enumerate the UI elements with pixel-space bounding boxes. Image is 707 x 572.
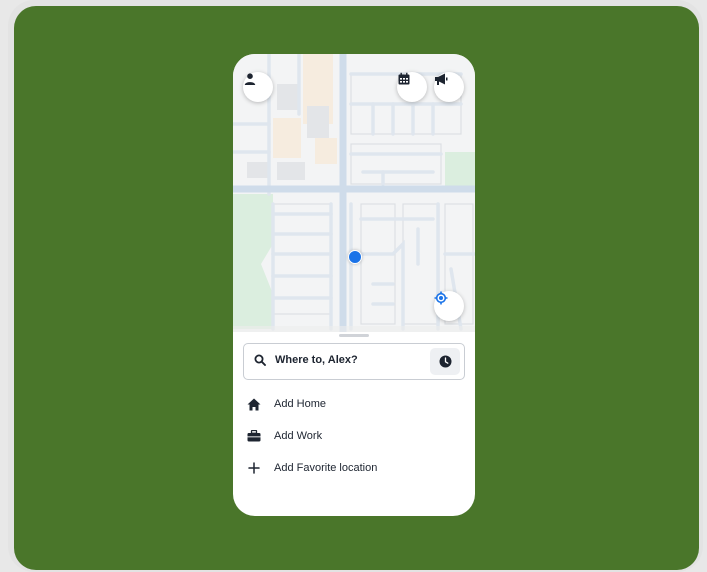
add-favorite-item[interactable]: Add Favorite location [245,458,465,478]
home-icon [247,398,261,410]
add-work-label: Add Work [274,430,323,442]
calendar-icon [398,72,410,85]
plus-icon [248,462,260,474]
megaphone-icon [435,73,448,85]
locate-icon [434,291,448,305]
add-favorite-label: Add Favorite location [274,462,378,474]
calendar-button[interactable] [397,72,427,102]
announcements-button[interactable] [434,72,464,102]
recenter-button[interactable] [434,291,464,321]
clock-icon [439,355,451,368]
search-icon [254,354,266,366]
add-home-label: Add Home [274,398,326,410]
current-location-marker [348,250,362,264]
add-work-item[interactable]: Add Work [245,426,465,446]
sheet-drag-handle[interactable] [339,334,369,337]
search-placeholder: Where to, Alex? [275,354,358,366]
profile-icon [244,73,256,85]
schedule-ride-button[interactable] [430,348,460,375]
profile-button[interactable] [243,72,273,102]
search-bar[interactable]: Where to, Alex? [243,343,465,380]
add-home-item[interactable]: Add Home [245,394,465,414]
briefcase-icon [247,430,261,442]
phone-screen: Where to, Alex? Add Home Add Work Add Fa… [233,54,475,516]
map-view[interactable] [233,54,475,332]
